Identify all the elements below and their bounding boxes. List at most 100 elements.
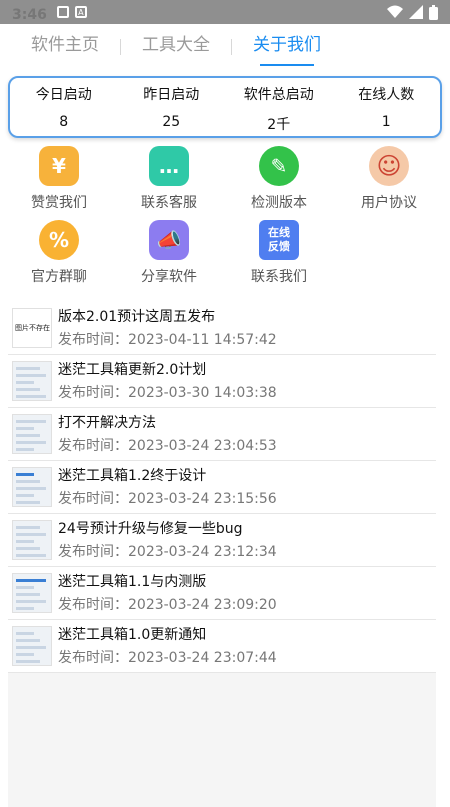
thumbnail-line (16, 448, 34, 451)
news-meta: 24号预计升级与修复一些bug 发布时间：2023-03-24 23:12:34 (58, 520, 277, 560)
a-notification-icon: A (74, 6, 87, 18)
battery-icon (429, 4, 438, 20)
news-item[interactable]: 迷茫工具箱1.1与内测版发布时间：2023-03-24 23:09:20 (8, 567, 436, 620)
thumbnail-line (16, 600, 46, 603)
thumbnail-line (16, 388, 40, 391)
thumbnail-line (16, 494, 34, 497)
thumbnail-line (16, 639, 40, 642)
grid-item[interactable]: 在线 反馈 联系我们 (224, 220, 334, 294)
stat-value: 8 (59, 114, 69, 130)
thumbnail-line (16, 374, 46, 377)
stat-label: 昨日启动 (143, 87, 200, 103)
tab-tools[interactable]: 工具大全 (121, 24, 231, 70)
thumbnail-line (16, 395, 46, 398)
news-meta: 迷茫工具箱1.0更新通知发布时间：2023-03-24 23:07:44 (58, 626, 277, 666)
news-time: 发布时间：2023-03-30 14:03:38 (58, 385, 277, 401)
news-thumbnail (12, 573, 52, 613)
feature-grid: ¥ 赞赏我们 … 联系客服 ✎ 检测版本 ☺ 用户协议% 官方群聊 📣 分享软件 在线 反馈 联系我们 (0, 138, 450, 294)
news-thumbnail (12, 361, 52, 401)
thumbnail-line (16, 632, 34, 635)
news-title: 迷茫工具箱1.0更新通知 (58, 627, 207, 643)
news-title: 打不开解决方法 (58, 415, 156, 431)
top-tabs: 软件主页 工具大全 关于我们 (0, 24, 450, 70)
grid-item-label: 赞赏我们 (31, 195, 87, 211)
stats-card: 今日启动 8 昨日启动 25 软件总启动 2千 在线人数 1 (8, 76, 442, 138)
news-meta: 迷茫工具箱更新2.0计划发布时间：2023-03-30 14:03:38 (58, 361, 277, 401)
stat-value: 25 (162, 114, 181, 130)
news-title: 版本2.01预计这周五发布 (58, 309, 216, 325)
grid-item-label: 用户协议 (361, 195, 417, 211)
grid-item[interactable]: % 官方群聊 (4, 220, 114, 294)
system-icons (387, 4, 438, 20)
thumbnail-line (16, 653, 34, 656)
news-time: 发布时间：2023-04-11 14:57:42 (58, 332, 277, 348)
grid-item-label: 分享软件 (141, 269, 197, 285)
news-thumbnail: 图片不存在 (12, 308, 52, 348)
grid-item[interactable]: … 联系客服 (114, 146, 224, 220)
thumbnail-line (16, 586, 34, 589)
news-meta: 版本2.01预计这周五发布发布时间：2023-04-11 14:57:42 (58, 308, 277, 348)
grid-item[interactable]: 📣 分享软件 (114, 220, 224, 294)
tab-home[interactable]: 软件主页 (10, 24, 120, 70)
wifi-icon (387, 5, 403, 18)
news-title: 迷茫工具箱更新2.0计划 (58, 362, 207, 378)
news-time: 发布时间：2023-03-24 23:12:34 (58, 544, 277, 560)
news-item[interactable]: 迷茫工具箱1.2终于设计 发布时间：2023-03-24 23:15:56 (8, 461, 436, 514)
stat-yesterday: 昨日启动 25 (118, 78, 226, 136)
thumbnail-line (16, 487, 46, 490)
grid-item-label: 检测版本 (251, 195, 307, 211)
chat-icon: … (149, 146, 189, 186)
stat-today: 今日启动 8 (10, 78, 118, 136)
thumbnail-line (16, 593, 40, 596)
tab-about[interactable]: 关于我们 (232, 24, 342, 70)
yuan-icon: ¥ (39, 146, 79, 186)
news-thumbnail (12, 467, 52, 507)
grid-item[interactable]: ✎ 检测版本 (224, 146, 334, 220)
grid-item[interactable]: ☺ 用户协议 (334, 146, 444, 220)
thumbnail-line (16, 501, 40, 504)
thumbnail-missing-text: 图片不存在 (15, 324, 50, 332)
thumbnail-line (16, 381, 34, 384)
news-thumbnail (12, 414, 52, 454)
stat-label: 今日启动 (35, 87, 92, 103)
news-item[interactable]: 图片不存在 版本2.01预计这周五发布发布时间：2023-04-11 14:57:… (8, 302, 436, 355)
thumbnail-line (16, 579, 46, 582)
news-title: 迷茫工具箱1.1与内测版 (58, 574, 207, 590)
stat-value: 2千 (267, 117, 291, 133)
percent-icon: % (39, 220, 79, 260)
stat-total: 软件总启动 2千 (225, 78, 333, 136)
news-meta: 迷茫工具箱1.2终于设计 发布时间：2023-03-24 23:15:56 (58, 467, 277, 507)
news-item[interactable]: 迷茫工具箱1.0更新通知发布时间：2023-03-24 23:07:44 (8, 620, 436, 673)
grid-item[interactable]: ¥ 赞赏我们 (4, 146, 114, 220)
thumbnail-line (16, 540, 34, 543)
signal-icon (409, 5, 423, 19)
thumbnail-line (16, 473, 34, 476)
news-item[interactable]: 打不开解决方法 发布时间：2023-03-24 23:04:53 (8, 408, 436, 461)
news-thumbnail (12, 626, 52, 666)
news-meta: 迷茫工具箱1.1与内测版发布时间：2023-03-24 23:09:20 (58, 573, 277, 613)
thumbnail-line (16, 547, 40, 550)
news-time: 发布时间：2023-03-24 23:07:44 (58, 650, 277, 666)
thumbnail-line (16, 607, 34, 610)
status-bar: 3:46 A (0, 0, 450, 24)
thumbnail-line (16, 554, 46, 557)
news-item[interactable]: 24号预计升级与修复一些bug 发布时间：2023-03-24 23:12:34 (8, 514, 436, 567)
thumbnail-line (16, 646, 46, 649)
thumbnail-line (16, 427, 34, 430)
thumbnail-line (16, 526, 40, 529)
news-meta: 打不开解决方法 发布时间：2023-03-24 23:04:53 (58, 414, 277, 454)
user-avatar-icon: ☺ (369, 146, 409, 186)
news-list: 图片不存在 版本2.01预计这周五发布发布时间：2023-04-11 14:57:… (8, 302, 436, 807)
image-notification-icon (56, 6, 69, 18)
thumbnail-line (16, 533, 46, 536)
stat-label: 在线人数 (358, 87, 415, 103)
thumbnail-line (16, 480, 40, 483)
thumbnail-line (16, 420, 46, 423)
news-time: 发布时间：2023-03-24 23:09:20 (58, 597, 277, 613)
news-item[interactable]: 迷茫工具箱更新2.0计划发布时间：2023-03-30 14:03:38 (8, 355, 436, 408)
thumbnail-line (16, 441, 46, 444)
grid-item-label: 官方群聊 (31, 269, 87, 285)
notification-icons: A (56, 6, 87, 18)
thumbnail-line (16, 660, 40, 663)
stat-value: 1 (381, 114, 391, 130)
